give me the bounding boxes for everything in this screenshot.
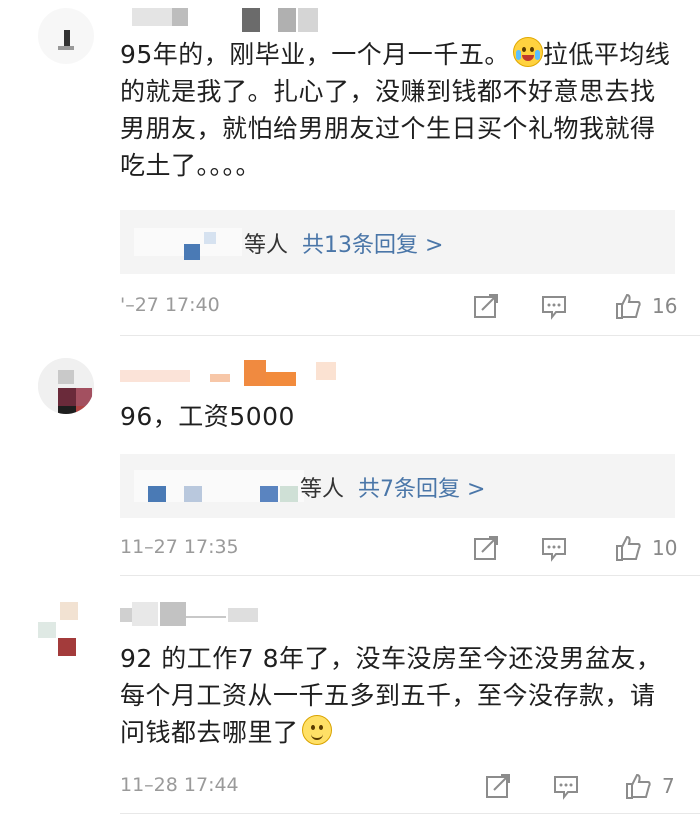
comment-3: 92 的工作7 8年了，没车没房至今还没男盆友，每个月工资从一千五多到五千，至今… (0, 576, 700, 818)
comment-1: 95年的，刚毕业，一个月一千五。 拉低平均线的就是我了。扎心了，没赚到钱都不好意思… (0, 0, 700, 336)
like-icon[interactable] (614, 292, 642, 320)
comment-icon[interactable] (552, 772, 580, 800)
reply-box[interactable]: 等人 共13条回复 > (120, 210, 675, 274)
comment-text: 95年的，刚毕业，一个月一千五。 拉低平均线的就是我了。扎心了，没赚到钱都不好意思… (120, 36, 680, 184)
comment-meta: '–27 17:40 16 (120, 292, 680, 322)
username[interactable] (120, 8, 330, 34)
username[interactable] (120, 602, 280, 628)
crying-laughing-emoji-icon (512, 37, 543, 67)
view-replies-link[interactable]: 共13条回复 > (302, 233, 443, 258)
reply-avatars (134, 470, 304, 502)
reply-summary: 等人 共13条回复 > (244, 227, 443, 259)
timestamp: 11–28 17:44 (120, 774, 239, 796)
timestamp: 11–27 17:35 (120, 536, 239, 558)
comment-text: 96，工资5000 (120, 402, 295, 431)
avatar[interactable] (38, 358, 94, 414)
reply-box[interactable]: 等人 共7条回复 > (120, 454, 675, 518)
like-icon[interactable] (614, 534, 642, 562)
comment-icon[interactable] (540, 292, 568, 320)
view-replies-link[interactable]: 共7条回复 > (358, 477, 485, 502)
comment-text: 92 的工作7 8年了，没车没房至今还没男盆友，每个月工资从一千五多到五千，至今… (120, 640, 680, 751)
comment-text-part: 92 的工作7 8年了，没车没房至今还没男盆友，每个月工资从一千五多到五千，至今… (120, 644, 662, 747)
reply-summary: 等人 共7条回复 > (300, 471, 485, 503)
like-count: 16 (652, 294, 678, 318)
like-count: 7 (662, 774, 675, 798)
like-count: 10 (652, 536, 678, 560)
like-icon[interactable] (624, 772, 652, 800)
reply-users-label: 等人 (244, 233, 289, 258)
share-icon[interactable] (472, 292, 500, 320)
comment-meta: 11–27 17:35 10 (120, 534, 680, 564)
timestamp: '–27 17:40 (120, 294, 220, 316)
username[interactable] (120, 360, 340, 386)
reply-avatars (134, 228, 244, 260)
comment-2: 96，工资5000 等人 共7条回复 > 11–27 17:35 10 (0, 336, 700, 576)
comment-text-part: 95年的，刚毕业，一个月一千五。 (120, 40, 510, 69)
smile-emoji-icon (301, 715, 332, 745)
avatar[interactable] (38, 602, 94, 658)
share-icon[interactable] (472, 534, 500, 562)
divider (120, 813, 700, 814)
share-icon[interactable] (484, 772, 512, 800)
avatar[interactable] (38, 8, 94, 64)
reply-users-label: 等人 (300, 477, 345, 502)
comment-icon[interactable] (540, 534, 568, 562)
comment-meta: 11–28 17:44 7 (120, 772, 680, 802)
